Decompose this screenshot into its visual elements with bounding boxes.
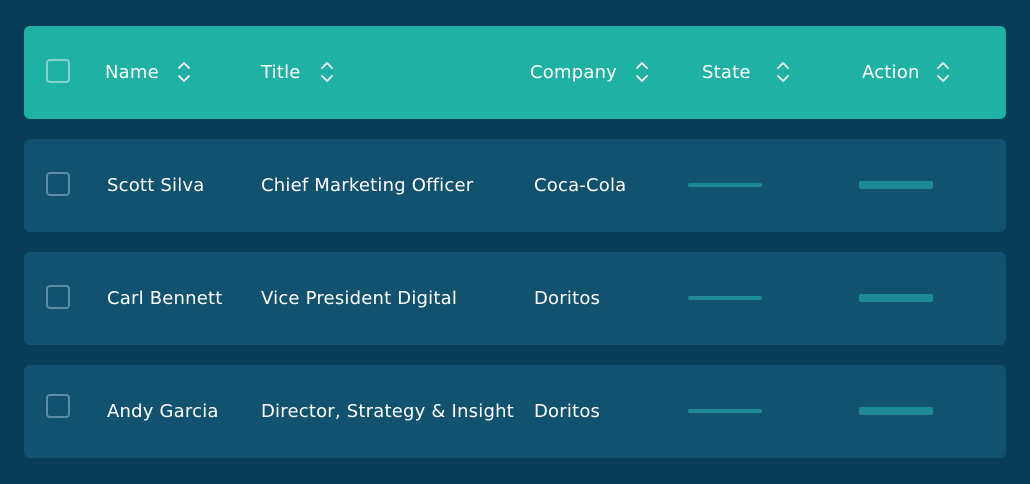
table-row[interactable]: Scott Silva Chief Marketing Officer Coca…	[24, 139, 1006, 232]
row-checkbox[interactable]	[46, 285, 70, 309]
cell-name: Scott Silva	[107, 175, 205, 196]
column-header-state[interactable]: State	[702, 26, 751, 119]
cell-title: Chief Marketing Officer	[261, 175, 474, 196]
table-header: Name Title Company State Action	[24, 26, 1006, 119]
sort-icon[interactable]	[320, 59, 334, 85]
cell-company: Doritos	[534, 288, 601, 309]
cell-name: Carl Bennett	[107, 288, 223, 309]
column-header-title[interactable]: Title	[261, 26, 301, 119]
state-placeholder	[688, 409, 762, 413]
column-header-action[interactable]: Action	[862, 26, 920, 119]
column-header-label: Title	[261, 62, 301, 83]
cell-name: Andy Garcia	[107, 401, 219, 422]
action-placeholder[interactable]	[859, 294, 933, 302]
action-placeholder[interactable]	[859, 407, 933, 415]
column-header-label: Action	[862, 62, 920, 83]
cell-company: Doritos	[534, 401, 601, 422]
sort-icon[interactable]	[635, 59, 649, 85]
sort-icon[interactable]	[936, 59, 950, 85]
cell-company: Coca-Cola	[534, 175, 627, 196]
cell-title: Director, Strategy & Insight	[261, 401, 514, 422]
state-placeholder	[688, 183, 762, 187]
column-header-label: Name	[105, 62, 159, 83]
row-checkbox[interactable]	[46, 394, 70, 418]
sort-icon[interactable]	[776, 59, 790, 85]
select-all-checkbox[interactable]	[46, 59, 70, 83]
state-placeholder	[688, 296, 762, 300]
column-header-label: Company	[530, 62, 618, 83]
column-header-company[interactable]: Company	[530, 26, 617, 119]
action-placeholder[interactable]	[859, 181, 933, 189]
sort-icon[interactable]	[177, 59, 191, 85]
table-row[interactable]: Carl Bennett Vice President Digital Dori…	[24, 252, 1006, 345]
table-row[interactable]: Andy Garcia Director, Strategy & Insight…	[24, 365, 1006, 458]
column-header-label: State	[702, 62, 751, 83]
row-checkbox[interactable]	[46, 172, 70, 196]
cell-title: Vice President Digital	[261, 288, 458, 309]
column-header-name[interactable]: Name	[105, 26, 159, 119]
